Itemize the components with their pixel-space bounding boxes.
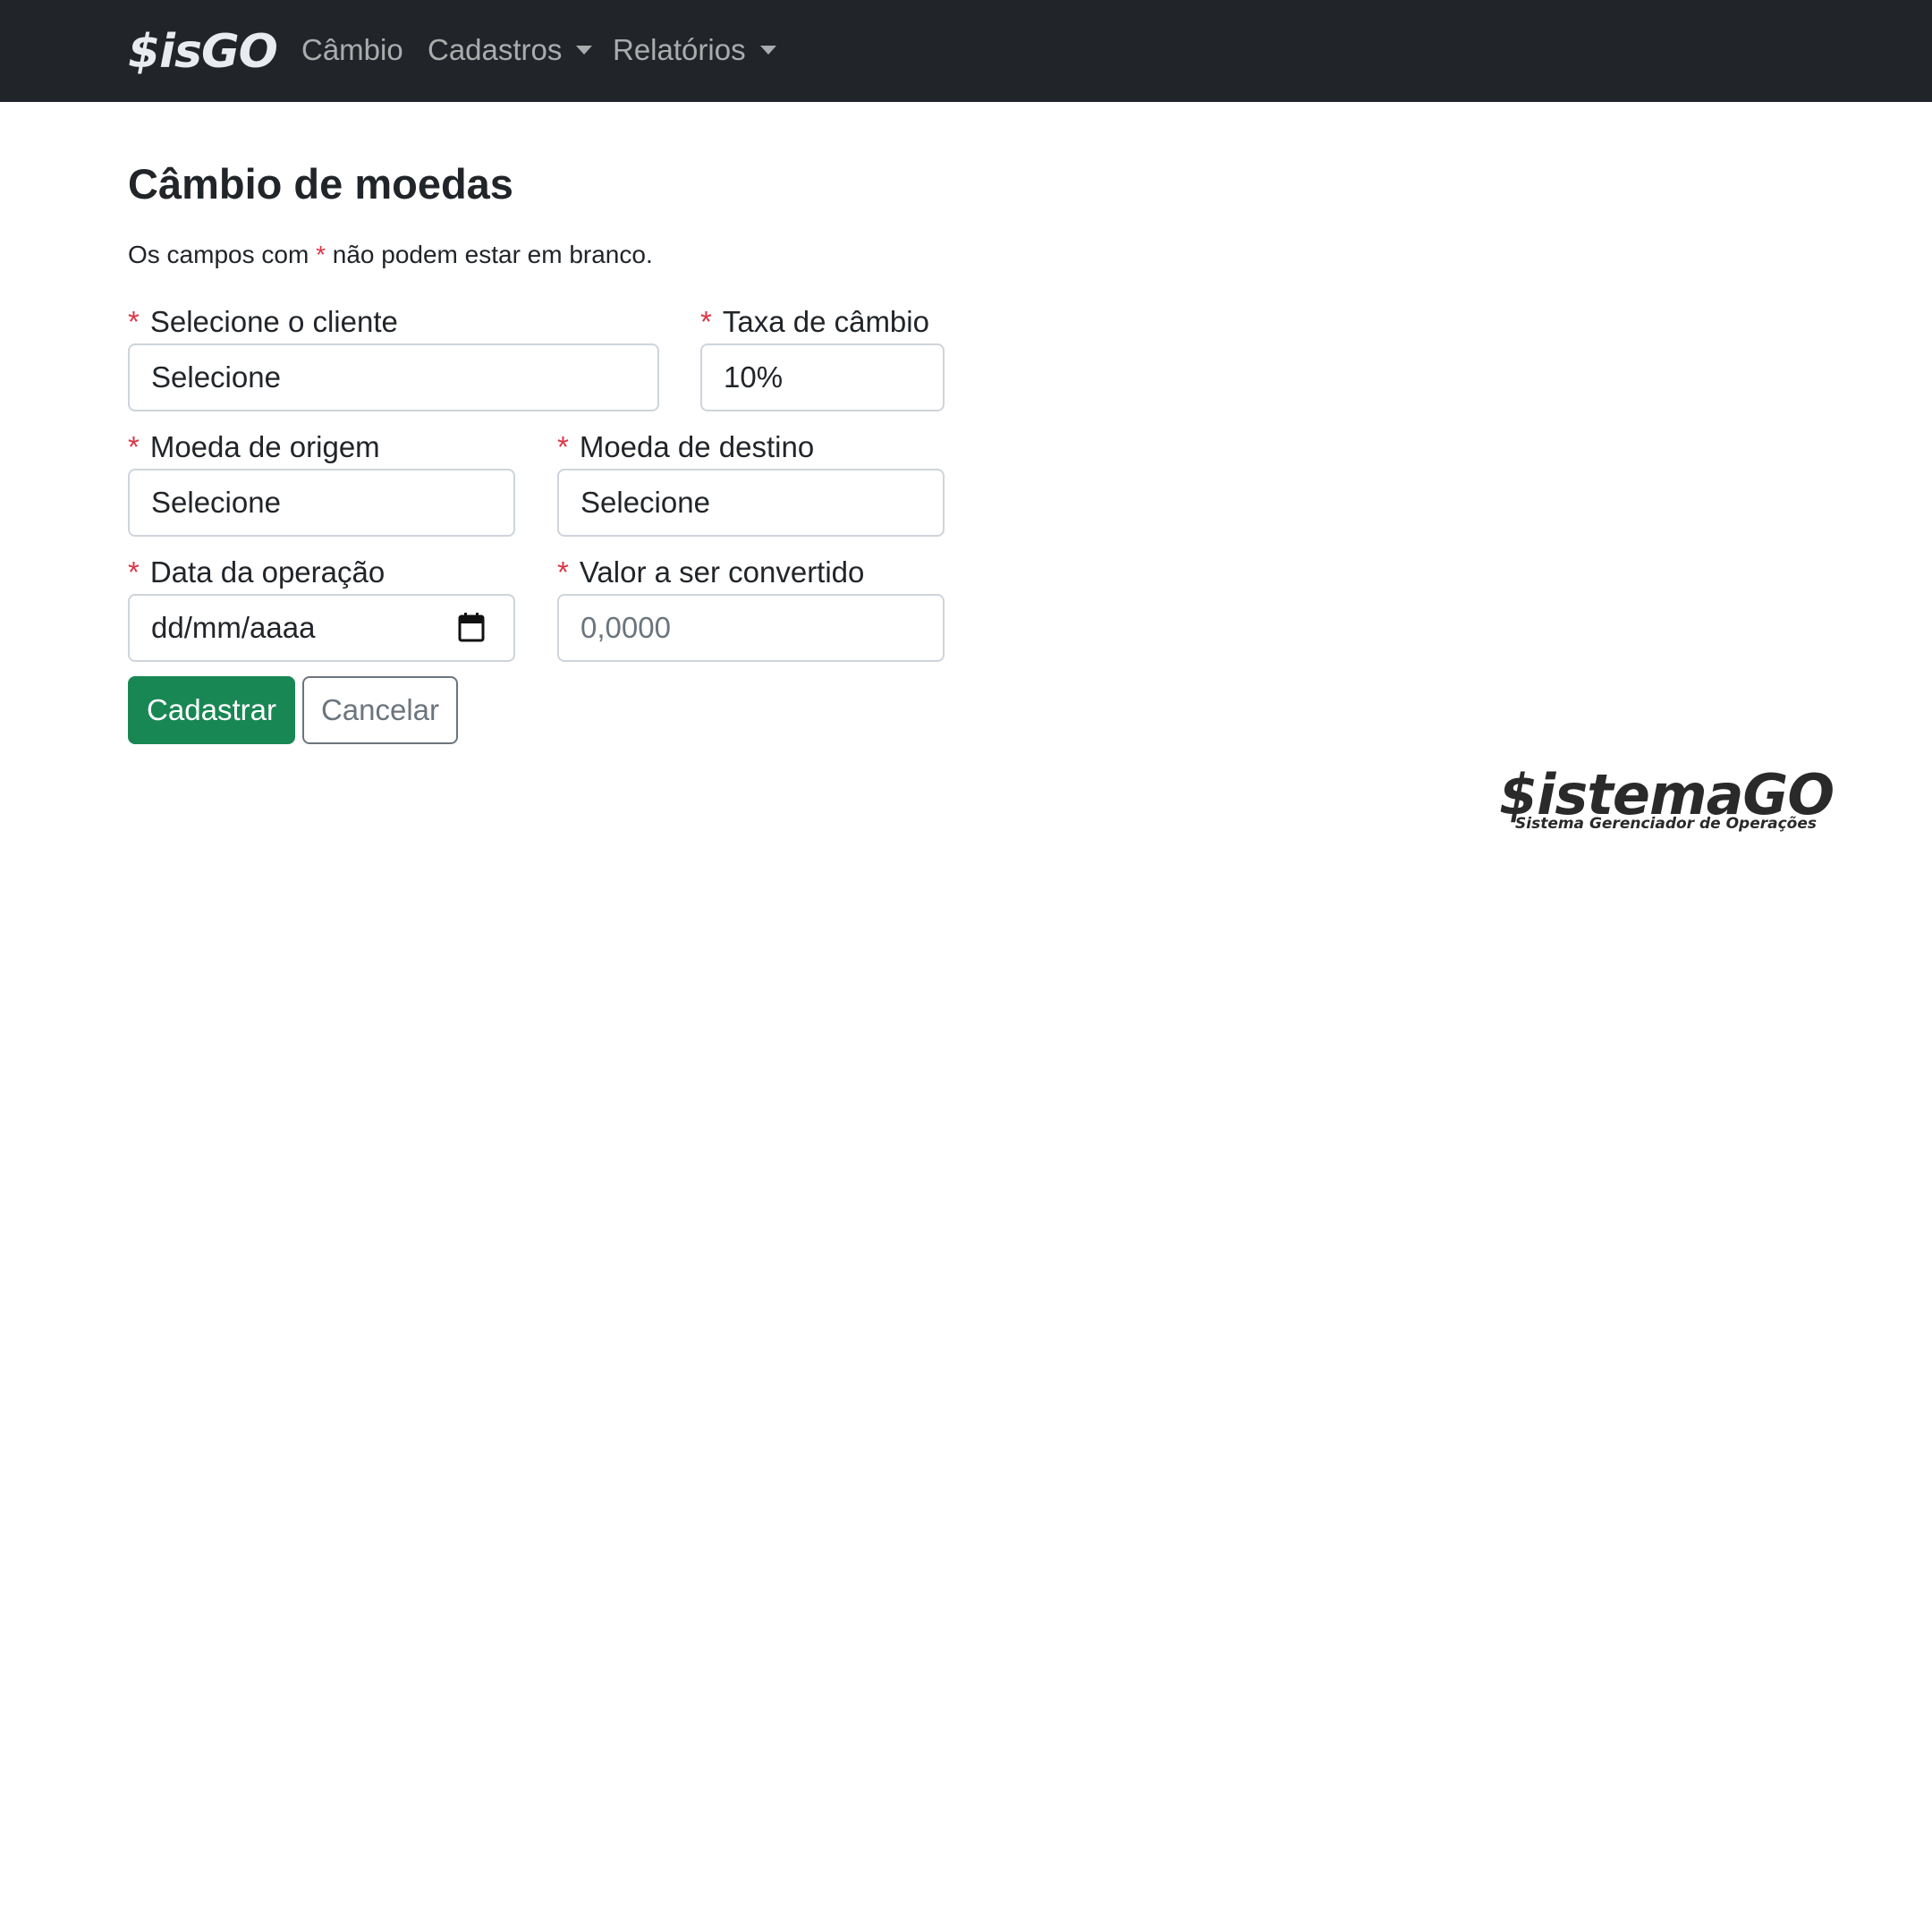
- data-operacao-label: * Data da operação: [128, 553, 385, 592]
- required-marker: *: [316, 241, 326, 268]
- calendar-icon[interactable]: [458, 612, 485, 642]
- moeda-origem-select[interactable]: Selecione: [128, 469, 515, 537]
- required-marker: *: [128, 305, 140, 338]
- taxa-label: * Taxa de câmbio: [700, 302, 929, 342]
- nav-link-label: Cadastros: [428, 33, 563, 66]
- required-marker: *: [700, 305, 712, 338]
- taxa-cambio-value: 10%: [724, 360, 784, 394]
- valor-input[interactable]: 0,0000: [557, 594, 945, 662]
- required-marker: *: [557, 430, 569, 463]
- moeda-origem-label: * Moeda de origem: [128, 428, 380, 467]
- taxa-cambio-input[interactable]: 10%: [700, 343, 945, 411]
- cliente-label: * Selecione o cliente: [128, 302, 398, 342]
- nav-link-label: Câmbio: [301, 33, 403, 66]
- data-operacao-label-text: Data da operação: [149, 555, 386, 589]
- chevron-down-icon: [576, 46, 593, 55]
- required-marker: *: [557, 555, 569, 589]
- cliente-select[interactable]: Selecione: [128, 343, 659, 411]
- cliente-label-text: Selecione o cliente: [149, 305, 398, 338]
- cancelar-button[interactable]: Cancelar: [302, 676, 458, 744]
- nav-link-cambio[interactable]: Câmbio: [301, 30, 403, 70]
- moeda-origem-value: Selecione: [151, 486, 281, 519]
- moeda-destino-label: * Moeda de destino: [557, 428, 814, 467]
- moeda-destino-label-text: Moeda de destino: [579, 430, 815, 463]
- top-navbar: $isGO Câmbio Cadastros Relatórios: [0, 0, 1932, 102]
- data-operacao-input[interactable]: dd/mm/aaaa: [128, 594, 515, 662]
- nav-dropdown-relatorios[interactable]: Relatórios: [613, 30, 776, 70]
- hint-text-end: não podem estar em branco.: [332, 241, 653, 268]
- hint-text-start: Os campos com: [128, 241, 309, 268]
- data-operacao-placeholder: dd/mm/aaaa: [151, 611, 316, 644]
- required-fields-hint: Os campos com * não podem estar em branc…: [128, 238, 653, 272]
- valor-label: * Valor a ser convertido: [557, 553, 864, 592]
- valor-placeholder: 0,0000: [580, 611, 671, 644]
- moeda-destino-select[interactable]: Selecione: [557, 469, 945, 537]
- sistemago-tagline: Sistema Gerenciador de Operações: [1515, 815, 1818, 833]
- taxa-label-text: Taxa de câmbio: [722, 305, 929, 338]
- moeda-origem-label-text: Moeda de origem: [149, 430, 380, 463]
- chevron-down-icon: [759, 46, 776, 55]
- cadastrar-button[interactable]: Cadastrar: [128, 676, 295, 744]
- valor-label-text: Valor a ser convertido: [579, 555, 865, 589]
- nav-dropdown-cadastros[interactable]: Cadastros: [428, 30, 593, 70]
- required-marker: *: [128, 555, 140, 589]
- nav-link-label: Relatórios: [613, 33, 746, 66]
- brand-logo[interactable]: $isGO: [128, 25, 278, 79]
- moeda-destino-value: Selecione: [580, 486, 710, 519]
- cliente-select-value: Selecione: [151, 360, 281, 394]
- required-marker: *: [128, 430, 140, 463]
- page-title: Câmbio de moedas: [128, 160, 513, 208]
